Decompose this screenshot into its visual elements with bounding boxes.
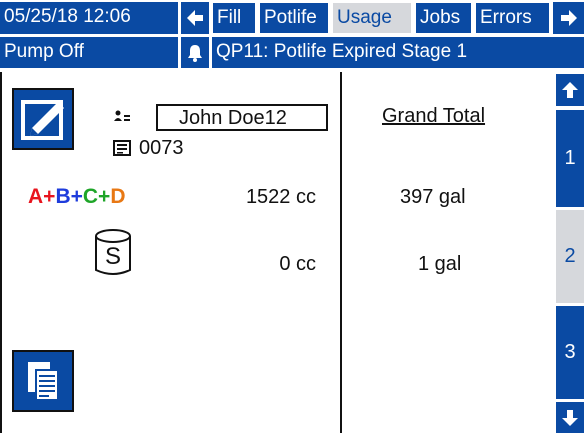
mix-plus-2: + (70, 185, 83, 208)
solvent-grand-total: 1 gal (418, 253, 462, 275)
page-3-button[interactable]: 3 (556, 306, 584, 399)
mix-part-a: A (28, 185, 44, 208)
tab-jobs[interactable]: Jobs (415, 2, 472, 34)
page-2-button[interactable]: 2 (556, 210, 584, 303)
edit-button[interactable] (12, 88, 74, 150)
arrow-up-icon (562, 82, 578, 98)
pump-status: Pump Off (0, 37, 178, 68)
mix-grand-total: 397 gal (400, 186, 466, 208)
mix-part-b: B (55, 185, 71, 208)
tab-usage[interactable]: Usage (332, 2, 412, 34)
scroll-up-button[interactable] (556, 74, 584, 106)
job-icon (113, 139, 131, 157)
nav-right-button[interactable] (553, 2, 584, 34)
user-icon (113, 109, 131, 127)
mix-part-d: D (110, 185, 126, 208)
solvent-symbol: S (104, 243, 121, 270)
mix-label: A+B+C+D (28, 185, 125, 209)
left-panel-border (0, 72, 2, 433)
alarm-bell-button (181, 37, 209, 68)
user-name-field[interactable]: John Doe12 (156, 104, 328, 131)
tab-fill[interactable]: Fill (212, 2, 256, 34)
mix-part-c: C (82, 185, 99, 208)
solvent-icon: S (94, 228, 132, 278)
tab-errors[interactable]: Errors (475, 2, 550, 34)
mix-plus-3: + (98, 185, 111, 208)
tab-potlife[interactable]: Potlife (259, 2, 329, 34)
edit-icon (21, 100, 64, 140)
arrow-right-icon (560, 10, 577, 26)
copy-report-button[interactable] (12, 350, 74, 412)
mix-plus-1: + (43, 185, 56, 208)
solvent-current-volume: 0 cc (279, 253, 316, 275)
datetime-display: 05/25/18 12:06 (0, 2, 178, 34)
document-copy-icon (28, 362, 59, 401)
arrow-down-icon (562, 409, 578, 426)
arrow-left-icon (187, 10, 203, 26)
scroll-down-button[interactable] (556, 402, 584, 433)
bell-icon (188, 44, 202, 62)
alarm-message: QP11: Potlife Expired Stage 1 (212, 37, 584, 68)
column-divider (340, 72, 342, 433)
page-1-button[interactable]: 1 (556, 110, 584, 207)
job-number: 0073 (139, 137, 184, 159)
grand-total-label: Grand Total (382, 105, 486, 127)
nav-left-button[interactable] (181, 2, 209, 34)
mix-current-volume: 1522 cc (245, 186, 316, 208)
